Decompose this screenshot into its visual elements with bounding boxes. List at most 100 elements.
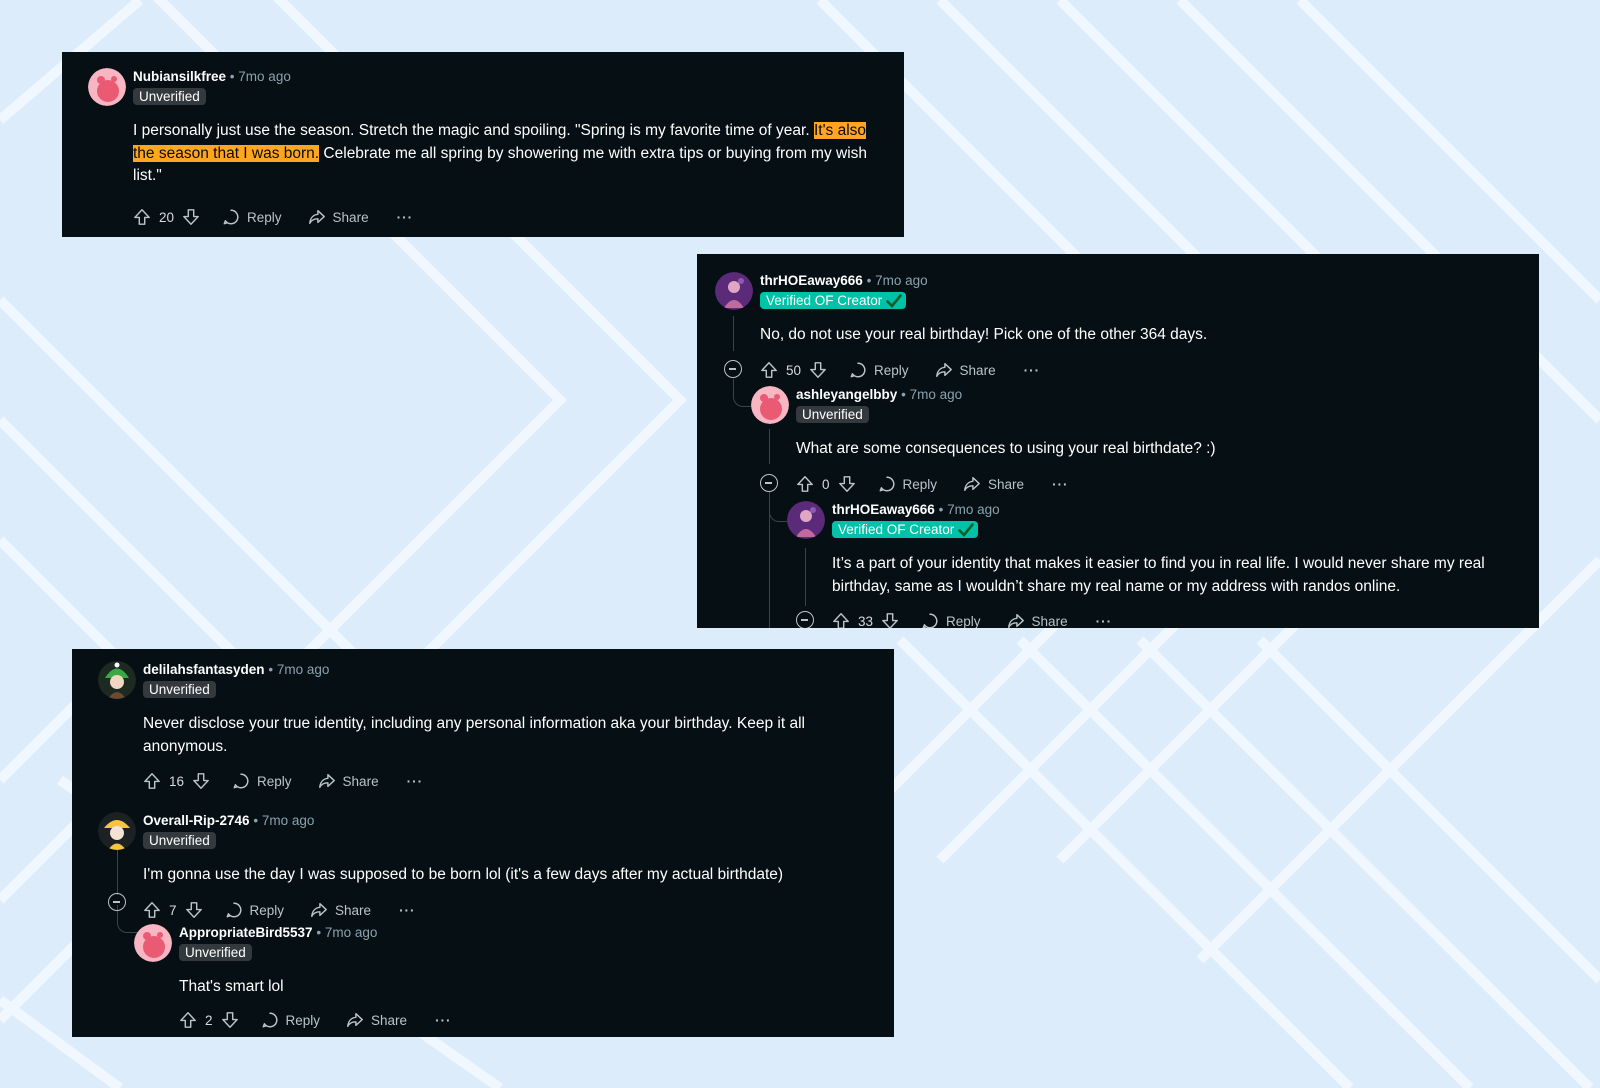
username[interactable]: Nubiansilkfree <box>133 69 226 84</box>
upvote-button[interactable] <box>143 772 161 790</box>
upvote-icon <box>761 362 777 378</box>
more-options-button[interactable]: ··· <box>1052 477 1069 492</box>
upvote-icon <box>180 1012 196 1028</box>
comment-meta: delilahsfantasyden • 7mo ago <box>143 661 329 679</box>
timestamp[interactable]: 7mo ago <box>947 502 1000 517</box>
separator: • <box>316 925 322 940</box>
downvote-button[interactable] <box>838 475 856 493</box>
timestamp[interactable]: 7mo ago <box>238 69 291 84</box>
timestamp[interactable]: 7mo ago <box>875 273 928 288</box>
more-options-button[interactable]: ··· <box>1024 363 1041 378</box>
downvote-button[interactable] <box>185 901 203 919</box>
reply-button[interactable]: Reply <box>878 475 937 493</box>
downvote-button[interactable] <box>221 1011 239 1029</box>
share-button[interactable]: Share <box>310 901 371 919</box>
avatar[interactable] <box>98 812 136 850</box>
reply-label: Reply <box>874 362 909 378</box>
downvote-button[interactable] <box>192 772 210 790</box>
username[interactable]: AppropriateBird5537 <box>179 925 313 940</box>
downvote-icon <box>221 1012 238 1028</box>
reply-label: Reply <box>946 613 981 629</box>
comment-overall-rip-2746: Overall-Rip-2746 • 7mo ago Unverified I'… <box>98 812 888 922</box>
upvote-button[interactable] <box>832 612 850 628</box>
yellow-hat-avatar-icon <box>98 812 136 850</box>
reply-button[interactable]: Reply <box>222 208 282 226</box>
share-label: Share <box>959 362 996 378</box>
snoo-avatar-icon <box>134 924 172 962</box>
reply-button[interactable]: Reply <box>225 901 284 919</box>
timestamp[interactable]: 7mo ago <box>910 387 963 402</box>
flair-badge: Unverified <box>133 88 206 105</box>
comment-meta: Overall-Rip-2746 • 7mo ago <box>143 812 314 830</box>
flair-badge: Verified OF Creator <box>760 292 907 309</box>
avatar[interactable] <box>98 661 136 699</box>
thread-connector <box>733 379 753 407</box>
reply-button[interactable]: Reply <box>921 612 981 628</box>
downvote-icon <box>810 362 826 378</box>
avatar[interactable] <box>88 68 126 106</box>
share-icon <box>935 362 952 378</box>
reply-button[interactable]: Reply <box>849 361 909 379</box>
vote-count: 16 <box>169 773 185 789</box>
avatar[interactable] <box>787 501 825 539</box>
upvote-button[interactable] <box>796 475 814 493</box>
comment-thrhoeaway666-reply: thrHOEaway666 • 7mo ago Verified OF Crea… <box>787 501 1527 628</box>
more-options-button[interactable]: ··· <box>399 903 416 918</box>
share-button[interactable]: Share <box>346 1011 407 1029</box>
downvote-icon <box>193 773 209 789</box>
reply-icon <box>922 613 938 628</box>
separator: • <box>253 813 259 828</box>
more-options-button[interactable]: ··· <box>1096 614 1113 629</box>
upvote-icon <box>144 902 160 918</box>
reply-icon <box>226 902 242 918</box>
upvote-button[interactable] <box>143 901 161 919</box>
upvote-button[interactable] <box>760 361 778 379</box>
collapse-icon[interactable] <box>108 893 126 911</box>
username[interactable]: delilahsfantasyden <box>143 662 265 677</box>
share-button[interactable]: Share <box>318 772 379 790</box>
downvote-button[interactable] <box>809 361 827 379</box>
more-options-button[interactable]: ··· <box>435 1013 452 1028</box>
flair-label: Verified OF Creator <box>766 293 883 308</box>
collapse-icon[interactable] <box>760 474 778 492</box>
more-options-button[interactable]: ··· <box>397 210 414 225</box>
timestamp[interactable]: 7mo ago <box>277 662 330 677</box>
username[interactable]: thrHOEaway666 <box>760 273 863 288</box>
vote-count: 0 <box>822 476 830 492</box>
avatar[interactable] <box>751 386 789 424</box>
comment-panel-2: thrHOEaway666 • 7mo ago Verified OF Crea… <box>697 254 1539 628</box>
downvote-button[interactable] <box>182 208 200 226</box>
comment-delilahsfantasyden: delilahsfantasyden • 7mo ago Unverified … <box>98 661 888 796</box>
vote-count: 7 <box>169 902 177 918</box>
reply-icon <box>850 362 866 378</box>
timestamp[interactable]: 7mo ago <box>325 925 378 940</box>
flair-label: Verified OF Creator <box>838 522 955 537</box>
comment-body: I personally just use the season. Stretc… <box>133 120 868 188</box>
share-icon <box>347 1012 363 1028</box>
downvote-button[interactable] <box>881 612 899 628</box>
comment-body: What are some consequences to using your… <box>796 440 1216 457</box>
reply-button[interactable]: Reply <box>232 772 292 790</box>
share-button[interactable]: Share <box>308 208 369 226</box>
vote-count: 50 <box>786 362 802 378</box>
collapse-icon[interactable] <box>724 360 742 378</box>
comment-actions: 7 Reply Share ··· <box>143 898 416 922</box>
share-button[interactable]: Share <box>1007 612 1068 628</box>
more-options-button[interactable]: ··· <box>407 774 424 789</box>
comment-actions: 16 Reply Share ··· <box>143 769 423 793</box>
avatar[interactable] <box>715 272 753 310</box>
upvote-button[interactable] <box>179 1011 197 1029</box>
share-button[interactable]: Share <box>935 361 996 379</box>
avatar[interactable] <box>134 924 172 962</box>
username[interactable]: thrHOEaway666 <box>832 502 935 517</box>
collapse-icon[interactable] <box>796 611 814 628</box>
share-icon <box>964 476 980 492</box>
flair-badge: Verified OF Creator <box>832 521 979 538</box>
upvote-button[interactable] <box>133 208 151 226</box>
username[interactable]: Overall-Rip-2746 <box>143 813 250 828</box>
username[interactable]: ashleyangelbby <box>796 387 897 402</box>
downvote-icon <box>882 613 898 628</box>
timestamp[interactable]: 7mo ago <box>262 813 315 828</box>
reply-button[interactable]: Reply <box>261 1011 320 1029</box>
share-button[interactable]: Share <box>963 475 1024 493</box>
